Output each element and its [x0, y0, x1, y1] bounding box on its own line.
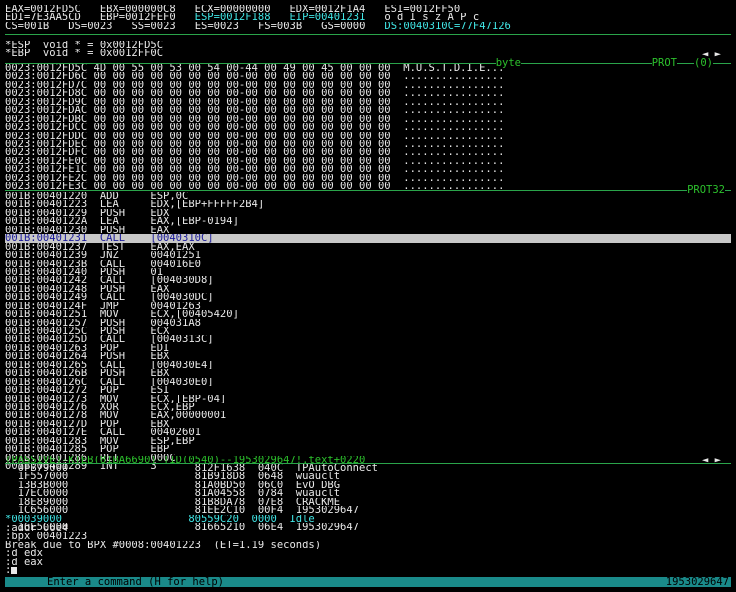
- process-row: 1F557000 81B918D8 0648 wuauclt: [5, 472, 341, 481]
- memory-row: 0023:0012FD8C 00 00 00 00 00 00 00 00-00…: [5, 89, 505, 98]
- instruction-row[interactable]: 001B:00401223 LEA EDX,[EBP+FFFFF2B4]: [5, 200, 731, 208]
- register-window: EAX=0012FD5C EBX=000000C8 ECX=00000000 E…: [5, 5, 731, 30]
- code-window[interactable]: 001B:00401220 ADD ESP,0C 001B:00401223 LE…: [5, 192, 731, 470]
- reg-ss: SS=0023: [131, 21, 176, 31]
- current-instruction[interactable]: 001B:00401231 CALL [0040310C]: [5, 234, 731, 243]
- memory-row: 0023:0012FDDC 00 00 00 00 00 00 00 00-00…: [5, 131, 505, 140]
- memory-row: 0023:0012FD7C 00 00 00 00 00 00 00 00-00…: [5, 80, 505, 90]
- process-row: 17EC0000 81A04558 0784 wuauclt: [5, 489, 341, 498]
- memory-row: 0023:0012FE1C 00 00 00 00 00 00 00 00-00…: [5, 165, 505, 174]
- process-row: 18E89000 81B8DA78 07E8 CRACKME: [5, 497, 341, 507]
- instruction-row[interactable]: 001B:00401285 POP EBP: [5, 445, 731, 453]
- help-hint: Enter a command (H for help): [47, 576, 225, 588]
- process-row: *00039000 80559C20 0000 Idle: [5, 514, 315, 524]
- memory-row: 0023:0012FDCC 00 00 00 00 00 00 00 00-00…: [5, 123, 505, 132]
- reg-ebx: EBX=000000C8: [99, 5, 176, 14]
- instruction-row[interactable]: 001B:00401257 PUSH 004031A8: [5, 319, 731, 327]
- register-row-2: EDI=7E3AA5CD EBP=0012FEF0 ESP=0012F188 E…: [5, 13, 731, 21]
- reg-edx: EDX=0012F1A4: [289, 5, 366, 14]
- softice-debugger-window: EAX=0012FD5C EBX=000000C8 ECX=00000000 E…: [5, 5, 731, 587]
- reg-eip: EIP=00401231: [289, 13, 366, 22]
- register-row-1: EAX=0012FD5C EBX=000000C8 ECX=00000000 E…: [5, 5, 731, 13]
- instruction-row[interactable]: 001B:00401265 CALL [004030E4]: [5, 361, 731, 369]
- instruction-row[interactable]: 001B:00401283 MOV ESP,EBP: [5, 437, 731, 445]
- instruction-row[interactable]: 001B:00401272 POP ESI: [5, 386, 731, 394]
- instruction-row[interactable]: 001B:00401249 CALL [004030DC]: [5, 293, 731, 301]
- command-line: :d eax: [5, 557, 43, 567]
- help-bar: Enter a command (H for help) 1953029647: [5, 577, 731, 587]
- memory-row: 0023:0012FDFC 00 00 00 00 00 00 00 00-00…: [5, 148, 505, 157]
- instruction-row[interactable]: 001B:0040122A LEA EAX,[EBP-0194]: [5, 217, 731, 225]
- reg-edi: EDI=7E3AA5CD: [5, 13, 81, 22]
- memory-row: 0023:0012FE2C 00 00 00 00 00 00 00 00-00…: [5, 173, 505, 183]
- instruction-row[interactable]: 001B:00401237 TEST EAX,EAX: [5, 243, 731, 251]
- reg-ecx: ECX=00000000: [194, 5, 271, 14]
- memory-row: 0023:0012FD5C 4D 00 55 00 53 00 54 00-44…: [5, 64, 505, 73]
- instruction-row[interactable]: 001B:00401263 POP EDI: [5, 344, 731, 352]
- instruction-row[interactable]: 001B:00401278 MOV EAX,00000001: [5, 411, 731, 419]
- memory-row: 0023:0012FDBC 00 00 00 00 00 00 00 00-00…: [5, 114, 505, 124]
- process-row: 0FB79000 812F1638 040C TPAutoConnect: [5, 464, 378, 473]
- reg-ebp: EBP=0012FEF0: [99, 13, 176, 22]
- instruction-row[interactable]: 001B:0040123B CALL 004016E0: [5, 260, 731, 268]
- command-input[interactable]: :: [5, 566, 731, 575]
- reg-ds: DS=0023: [68, 21, 113, 31]
- command-line: Break due to BPX #0008:00401223 (ET=1.19…: [5, 540, 322, 550]
- instruction-row[interactable]: 001B:00401230 PUSH EAX: [5, 226, 731, 234]
- watch-window: *ESP void * = 0x0012FD5C *EBP void * = 0…: [5, 41, 731, 58]
- instruction-row[interactable]: 001B:00401240 PUSH 01: [5, 268, 731, 276]
- instruction-row[interactable]: 001B:00401248 PUSH EAX: [5, 285, 731, 293]
- instruction-row[interactable]: 001B:0040126B PUSH EBX: [5, 369, 731, 377]
- command-line: :d edx: [5, 549, 43, 558]
- reg-esp: ESP=0012F188: [194, 13, 271, 22]
- instruction-row[interactable]: 001B:0040125C PUSH ECX: [5, 327, 731, 335]
- command-line: :bpx 00401223: [5, 532, 88, 541]
- instruction-row[interactable]: 001B:0040125D CALL [0040313C]: [5, 335, 731, 343]
- memory-row: 0023:0012FE0C 00 00 00 00 00 00 00 00-00…: [5, 156, 505, 166]
- flags: o d I s z A P c: [384, 13, 480, 22]
- command-window[interactable]: :addr 06e4 :bpx 00401223 Break due to BP…: [5, 524, 731, 575]
- instruction-row[interactable]: 001B:00401242 CALL [004030D8]: [5, 276, 731, 284]
- reg-gs: GS=0000: [321, 21, 366, 31]
- current-process-name: 1953029647: [665, 576, 729, 588]
- reg-esi: ESI=0012FF50: [384, 5, 461, 14]
- text-cursor: [11, 567, 18, 575]
- register-separator: [5, 34, 731, 35]
- process-row: 1C656000 81EE2C10 00F4 1953029647: [5, 506, 360, 515]
- command-line: :addr 06e4: [5, 524, 69, 533]
- instruction-row[interactable]: 001B:00401239 JNZ 00401251: [5, 251, 731, 259]
- watch-line: *ESP void * = 0x0012FD5C: [5, 41, 164, 50]
- process-row: 13B3B000 81A0BD50 06C0 EvO_DBG: [5, 480, 341, 490]
- reg-eax: EAX=0012FD5C: [5, 5, 81, 14]
- instruction-row[interactable]: 001B:00401220 ADD ESP,0C: [5, 192, 731, 200]
- code-separator: [5, 190, 731, 191]
- reg-fs: FS=003B: [257, 21, 303, 31]
- effective-address: DS:0040310C=77F47126: [384, 21, 511, 31]
- memory-row: 0023:0012FDAC 00 00 00 00 00 00 00 00-00…: [5, 106, 505, 115]
- process-list: 0FB79000 812F1638 040C TPAutoConnect 1F5…: [5, 464, 731, 532]
- instruction-row[interactable]: 001B:0040127E CALL 00402601: [5, 428, 731, 436]
- instruction-row[interactable]: 001B:00401229 PUSH EDX: [5, 209, 731, 217]
- instruction-row[interactable]: 001B:0040127D POP EBX: [5, 420, 731, 428]
- memory-row: 0023:0012FD6C 00 00 00 00 00 00 00 00-00…: [5, 72, 505, 81]
- instruction-row[interactable]: 001B:0040124F JMP 00401263: [5, 302, 731, 310]
- instruction-row[interactable]: 001B:0040126C CALL [004030E0]: [5, 378, 731, 386]
- memory-row: 0023:0012FD9C 00 00 00 00 00 00 00 00-00…: [5, 97, 505, 107]
- reg-es: ES=0023: [194, 21, 239, 31]
- memory-row: 0023:0012FDEC 00 00 00 00 00 00 00 00-00…: [5, 139, 505, 149]
- instruction-row[interactable]: 001B:00401273 MOV ECX,[EBP-04]: [5, 395, 731, 403]
- instruction-row[interactable]: 001B:00401276 XOR ECX,EBP: [5, 403, 731, 411]
- reg-cs: CS=001B: [5, 21, 50, 31]
- instruction-row[interactable]: 001B:00401264 PUSH EBX: [5, 352, 731, 360]
- data-window[interactable]: 0023:0012FD5C 4D 00 55 00 53 00 54 00-44…: [5, 64, 731, 191]
- register-row-3: CS=001B DS=0023 SS=0023 ES=0023 FS=003B …: [5, 22, 731, 30]
- watch-line: *EBP void * = 0x0012FF0C: [5, 49, 164, 58]
- instruction-row[interactable]: 001B:00401251 MOV ECX,[00405420]: [5, 310, 731, 318]
